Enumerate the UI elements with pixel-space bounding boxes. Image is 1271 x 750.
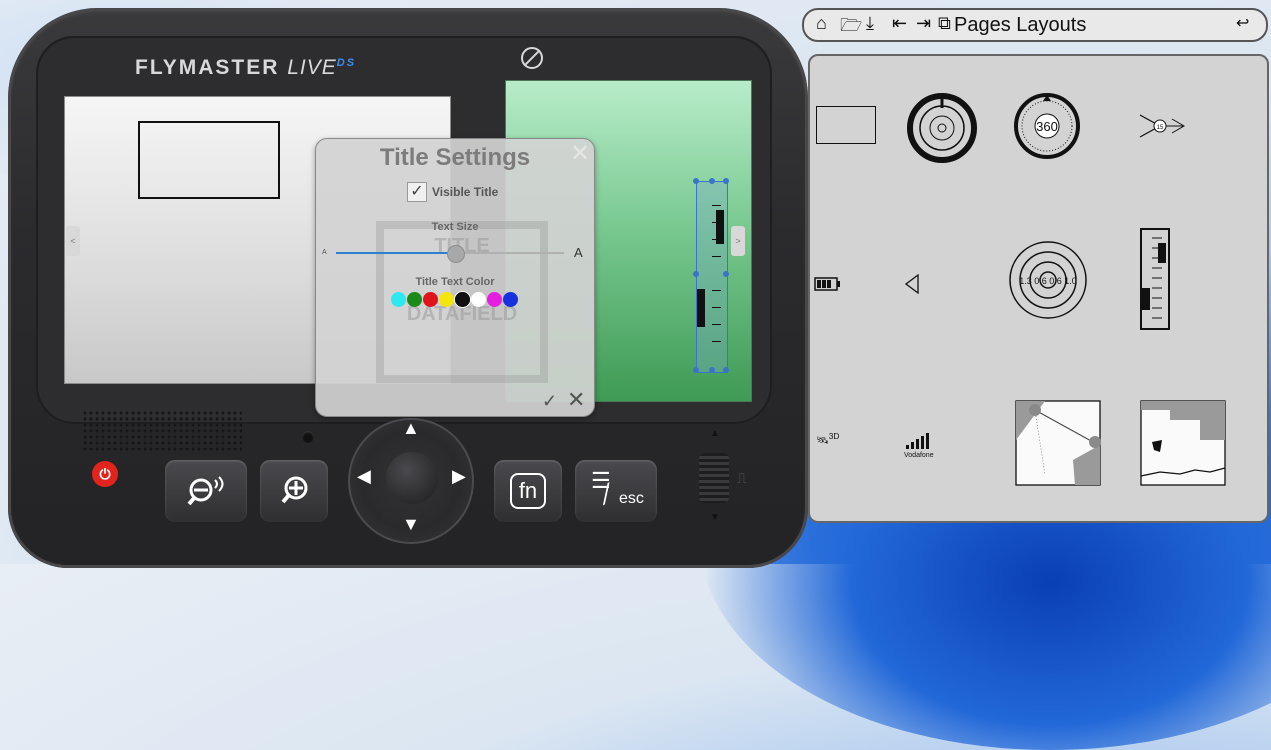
scale-tick <box>712 222 721 223</box>
dpad-center-button[interactable] <box>386 452 438 504</box>
slider-knob[interactable] <box>446 245 465 263</box>
battery-widget[interactable] <box>814 276 844 292</box>
text-size-min: A <box>322 249 327 256</box>
dialog-title: Title Settings <box>379 144 531 171</box>
map-widget[interactable] <box>1015 400 1101 486</box>
no-power-icon <box>521 47 543 69</box>
title-settings-dialog: TITLE DATAFIELD Title Settings ✕ ✓ Visib… <box>315 138 595 417</box>
esc-label: esc <box>619 490 644 507</box>
gps-3d-widget[interactable]: 🛰3D <box>816 431 839 446</box>
power-button[interactable]: ⏻ <box>92 461 118 487</box>
left-arrow-icon[interactable]: ◀ <box>357 466 371 487</box>
scale-tick <box>712 341 721 342</box>
svg-text:360: 360 <box>1036 119 1058 134</box>
svg-text:15: 15 <box>1157 125 1164 131</box>
color-swatch[interactable] <box>471 292 486 307</box>
cancel-close-icon[interactable]: ✕ <box>567 387 585 413</box>
gps-3d-label: 3D <box>828 431 840 441</box>
color-swatch[interactable] <box>407 292 422 307</box>
zoom-in-button[interactable] <box>260 460 328 522</box>
right-arrow-icon[interactable]: ▶ <box>452 466 466 487</box>
slider-fill <box>336 252 455 254</box>
carrier-label: Vodafone <box>904 452 934 459</box>
scale-tick <box>712 307 721 308</box>
scale-tick <box>712 324 721 325</box>
color-swatch[interactable] <box>391 292 406 307</box>
scale-tick <box>712 239 721 240</box>
open-folder-icon[interactable]: 🗁 <box>840 13 862 43</box>
undo-icon[interactable]: ↩ <box>1236 13 1249 33</box>
color-swatches <box>391 292 518 308</box>
download-icon[interactable]: ⤓ <box>866 13 874 34</box>
prev-page-tab[interactable]: < <box>66 226 80 256</box>
export-icon[interactable]: ⇥ <box>916 13 931 34</box>
signal-bars-icon <box>906 433 929 449</box>
vertical-slider-widget[interactable] <box>1140 228 1172 332</box>
next-page-tab[interactable]: > <box>731 226 745 256</box>
wind-arrow-widget[interactable]: 15 <box>1138 111 1186 141</box>
visible-title-label: Visible Title <box>432 185 499 199</box>
text-size-max: A <box>574 245 583 260</box>
pages-layouts-title: Pages Layouts <box>954 14 1087 36</box>
resize-handle[interactable] <box>709 367 715 373</box>
compass-widget[interactable] <box>906 92 978 164</box>
fn-button[interactable]: fn <box>494 460 562 522</box>
zoom-in-icon <box>281 476 308 504</box>
resize-handle[interactable] <box>693 367 699 373</box>
selected-widget-box[interactable] <box>138 121 280 199</box>
sound-widget[interactable] <box>902 273 922 295</box>
rectangle-widget[interactable] <box>816 106 876 144</box>
title-text-color-label: Title Text Color <box>415 276 495 288</box>
status-led <box>302 431 314 443</box>
up-arrow-icon[interactable]: ▲ <box>402 418 420 439</box>
speaker-grille <box>82 410 242 452</box>
visible-title-checkbox[interactable]: ✓ <box>407 182 427 202</box>
scale-bar-lower <box>697 289 705 327</box>
resize-handle[interactable] <box>723 271 729 277</box>
fn-label: fn <box>510 473 546 509</box>
down-arrow-icon[interactable]: ▼ <box>402 514 420 535</box>
color-swatch[interactable] <box>423 292 438 307</box>
resize-handle[interactable] <box>693 178 699 184</box>
color-swatch[interactable] <box>455 292 470 307</box>
home-pages-icon[interactable]: ⌂ <box>816 13 827 34</box>
resize-handle[interactable] <box>709 178 715 184</box>
zoom-out-sound-icon <box>187 476 224 506</box>
svg-text:1.3 0.6 0.6 1.0: 1.3 0.6 0.6 1.0 <box>1019 276 1077 286</box>
scale-tick <box>712 290 721 291</box>
resize-handle[interactable] <box>723 367 729 373</box>
import-icon[interactable]: ⇤ <box>892 13 907 34</box>
volume-rocker[interactable] <box>699 453 729 503</box>
widget-palette: 360 15 1.3 0.6 0.6 1.0 🛰3D Vodafone <box>808 54 1269 523</box>
color-swatch[interactable] <box>487 292 502 307</box>
resize-handle[interactable] <box>693 271 699 277</box>
brand-logo: FLYMASTER LIVEDS <box>135 56 357 79</box>
text-size-slider[interactable] <box>336 245 564 263</box>
pages-layouts-toolbar: ⌂ 🗁 ⤓ ⇤ ⇥ ⧉ Pages Layouts ↩ <box>802 8 1268 42</box>
signal-widget[interactable]: Vodafone <box>904 431 944 459</box>
dialog-close-icon[interactable]: ✕ <box>570 139 590 168</box>
text-size-label: Text Size <box>431 221 479 233</box>
scale-tick <box>712 205 721 206</box>
rocker-down-icon: ▼ <box>710 512 720 523</box>
rocker-up-icon: ▲ <box>710 428 720 439</box>
vario-rings-widget[interactable]: 1.3 0.6 0.6 1.0 <box>1008 236 1088 324</box>
confirm-checkmark-icon[interactable]: ✓ <box>542 391 557 412</box>
lock-icon: ⎍ <box>737 470 747 486</box>
pages-icon[interactable]: ⧉ <box>938 13 951 34</box>
resize-handle[interactable] <box>723 178 729 184</box>
satellite-icon: 🛰 <box>816 435 829 447</box>
scale-tick <box>712 256 721 257</box>
heading-360-widget[interactable]: 360 <box>1013 92 1081 160</box>
terrain-widget[interactable] <box>1140 400 1226 486</box>
zoom-out-sound-button[interactable] <box>165 460 247 522</box>
color-swatch[interactable] <box>503 292 518 307</box>
menu-esc-button[interactable]: ☰ ⁄ esc <box>575 460 657 522</box>
color-swatch[interactable] <box>439 292 454 307</box>
